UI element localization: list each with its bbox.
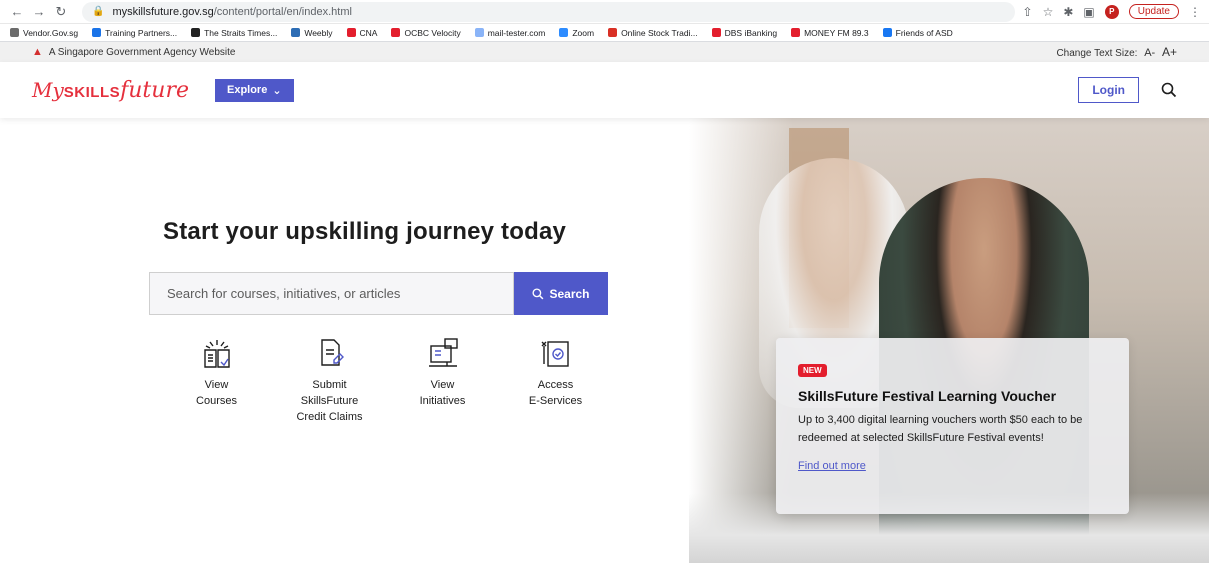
bookmark-item[interactable]: Weebly: [291, 27, 333, 38]
address-bar[interactable]: 🔒 myskillsfuture.gov.sg /content/portal/…: [82, 1, 1015, 22]
bookmark-label: Friends of ASD: [895, 27, 953, 38]
profile-avatar[interactable]: P: [1104, 4, 1119, 19]
lion-head-icon: ▲: [32, 46, 43, 58]
url-path: /content/portal/en/index.html: [213, 5, 352, 18]
reload-icon[interactable]: ↻: [52, 3, 70, 21]
bookmark-label: Zoom: [572, 27, 595, 38]
eservices-icon: [541, 341, 569, 367]
extensions-icon[interactable]: ✱: [1063, 5, 1073, 19]
bookmark-favicon-icon: [608, 28, 618, 37]
quick-link-label: View: [430, 379, 455, 391]
browser-toolbar: ← → ↻ 🔒 myskillsfuture.gov.sg /content/p…: [0, 0, 1209, 24]
search-icon: [532, 287, 544, 299]
bookmark-item[interactable]: Friends of ASD: [882, 27, 953, 38]
logo-my: My: [32, 77, 64, 102]
hero-search: Search: [149, 272, 608, 315]
bookmark-favicon-icon: [291, 28, 301, 37]
bookmark-favicon-icon: [474, 28, 484, 37]
claim-document-icon: [320, 339, 344, 366]
search-button-label: Search: [549, 286, 590, 301]
lock-icon: 🔒: [92, 6, 105, 17]
explore-button[interactable]: Explore ⌄: [214, 78, 294, 102]
quick-link-label: Submit: [312, 379, 347, 391]
bookmark-item[interactable]: Zoom: [559, 28, 594, 38]
bookmark-label: The Straits Times...: [204, 27, 278, 38]
hero-title: Start your upskilling journey today: [163, 218, 567, 245]
bookmarks-bar: Vendor.Gov.sg Training Partners... The Str…: [0, 24, 1209, 42]
quick-link-label: Courses: [196, 394, 237, 407]
site-header: My SKILLS future Explore ⌄ Login: [0, 62, 1209, 118]
decrease-text-button[interactable]: A-: [1144, 47, 1155, 59]
bookmark-item[interactable]: Training Partners...: [92, 28, 177, 38]
chevron-down-icon: ⌄: [272, 84, 282, 97]
increase-text-button[interactable]: A+: [1162, 45, 1177, 59]
bookmark-label: Online Stock Tradi...: [621, 27, 698, 38]
text-size-label: Change Text Size:: [1056, 48, 1138, 59]
new-badge: NEW: [798, 364, 827, 377]
quick-link-eservices[interactable]: Access E-Services: [499, 336, 612, 426]
bookmark-item[interactable]: MONEY FM 89.3: [791, 28, 869, 38]
myskillsfuture-logo[interactable]: My SKILLS future: [32, 78, 189, 103]
explore-label: Explore: [226, 84, 268, 96]
search-icon[interactable]: [1161, 82, 1177, 98]
promo-title: SkillsFuture Festival Learning Voucher: [798, 388, 1057, 404]
gov-banner-text: A Singapore Government Agency Website: [48, 46, 236, 58]
bookmark-item[interactable]: OCBC Velocity: [391, 27, 461, 38]
bookmark-label: Weebly: [304, 27, 333, 38]
url-domain: myskillsfuture.gov.sg: [112, 5, 214, 18]
text-size-control: Change Text Size: A- A+: [1056, 45, 1177, 59]
menu-kebab-icon[interactable]: ⋮: [1189, 5, 1201, 19]
initiatives-icon: [428, 338, 458, 367]
search-button[interactable]: Search: [514, 272, 608, 315]
logo-future: future: [120, 77, 189, 103]
bookmark-favicon-icon: [791, 28, 801, 37]
quick-link-label: Initiatives: [419, 394, 466, 407]
bookmark-favicon-icon: [92, 28, 102, 37]
quick-link-label: View: [204, 379, 229, 391]
bookmark-item[interactable]: The Straits Times...: [191, 28, 277, 38]
forward-icon[interactable]: →: [30, 3, 48, 21]
login-button[interactable]: Login: [1078, 77, 1139, 103]
star-icon[interactable]: ☆: [1043, 5, 1054, 19]
quick-link-submit-claims[interactable]: Submit SkillsFuture Credit Claims: [273, 336, 386, 426]
quick-links: View Courses Submit SkillsFuture Credit …: [160, 336, 612, 426]
quick-link-label: E-Services: [528, 394, 583, 407]
quick-link-label: SkillsFuture: [300, 394, 359, 407]
book-icon: [203, 340, 230, 368]
quick-link-view-initiatives[interactable]: View Initiatives: [386, 336, 499, 426]
bookmark-item[interactable]: mail-tester.com: [474, 27, 546, 38]
bookmark-favicon-icon: [391, 28, 401, 37]
bookmark-favicon-icon: [346, 28, 356, 37]
gov-banner: ▲ A Singapore Government Agency Website …: [0, 42, 1209, 62]
bookmark-item[interactable]: Online Stock Tradi...: [608, 28, 698, 38]
bookmark-label: mail-tester.com: [487, 27, 546, 38]
bookmark-label: MONEY FM 89.3: [804, 27, 869, 38]
bookmark-label: Training Partners...: [105, 27, 178, 38]
bookmark-label: Vendor.Gov.sg: [23, 27, 79, 38]
promo-card: NEW SkillsFuture Festival Learning Vouch…: [776, 338, 1129, 514]
bookmark-item[interactable]: DBS iBanking: [711, 27, 778, 38]
sidepanel-icon[interactable]: ▣: [1083, 5, 1094, 19]
bookmark-favicon-icon: [191, 28, 201, 37]
bookmark-item[interactable]: Vendor.Gov.sg: [10, 28, 78, 38]
find-out-more-link[interactable]: Find out more: [798, 460, 866, 472]
promo-text: Up to 3,400 digital learning vouchers wo…: [798, 414, 1083, 444]
bookmark-favicon-icon: [10, 28, 19, 37]
search-input[interactable]: [149, 272, 514, 315]
bookmark-label: DBS iBanking: [724, 27, 778, 38]
bookmark-favicon-icon: [711, 28, 721, 37]
hero-section: Start your upskilling journey today Sear…: [0, 118, 1209, 563]
back-icon[interactable]: ←: [8, 3, 26, 21]
quick-link-view-courses[interactable]: View Courses: [160, 336, 273, 426]
quick-link-label: Credit Claims: [296, 410, 363, 423]
share-icon[interactable]: ⇧: [1023, 5, 1033, 19]
quick-link-label: Access: [537, 379, 574, 391]
bookmark-label: OCBC Velocity: [404, 27, 461, 38]
logo-skills: SKILLS: [63, 83, 121, 101]
update-button[interactable]: Update: [1128, 4, 1179, 19]
bookmark-favicon-icon: [559, 28, 569, 37]
bookmark-label: CNA: [359, 27, 378, 38]
bookmark-item[interactable]: CNA: [346, 27, 378, 38]
bookmark-favicon-icon: [882, 28, 892, 37]
